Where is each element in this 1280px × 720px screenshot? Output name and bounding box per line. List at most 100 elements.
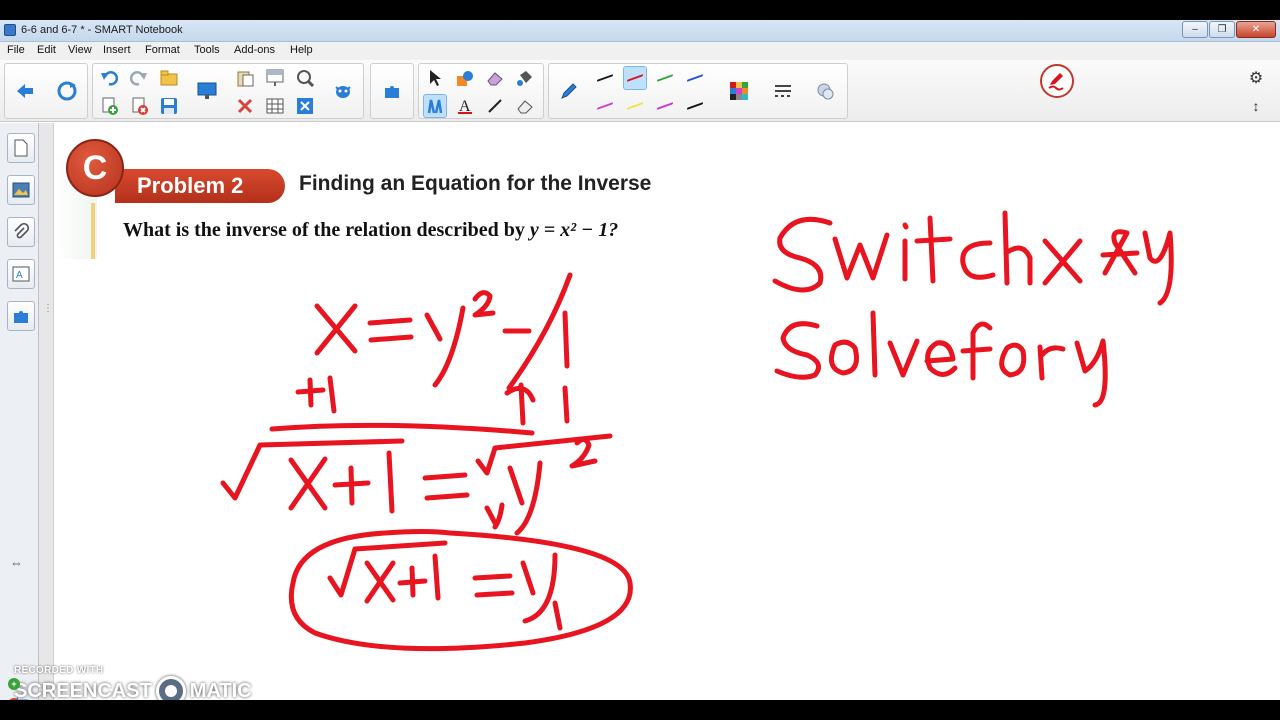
watermark-close-icon[interactable]: × bbox=[8, 698, 20, 700]
close-button[interactable]: ✕ bbox=[1236, 21, 1276, 38]
addons-tab-icon[interactable] bbox=[7, 301, 35, 331]
eraser2-icon[interactable] bbox=[513, 94, 537, 118]
properties-tab-icon[interactable]: A bbox=[7, 259, 35, 289]
gallery-icon[interactable] bbox=[7, 175, 35, 205]
ink-plus-right bbox=[504, 382, 536, 426]
ink-solve-s bbox=[774, 321, 822, 380]
page-sorter-icon[interactable] bbox=[7, 133, 35, 163]
line-icon[interactable] bbox=[483, 94, 507, 118]
menu-file[interactable]: File bbox=[7, 44, 25, 56]
ink-switch-h bbox=[1002, 210, 1033, 286]
ink-one-right bbox=[562, 385, 570, 424]
ink-x-2 bbox=[288, 456, 328, 511]
menu-format[interactable]: Format bbox=[145, 44, 180, 56]
maximize-button[interactable]: ❐ bbox=[1209, 21, 1235, 38]
sidebar: A ⇔ ⬅ ➡ bbox=[0, 123, 39, 700]
ink-switch-c bbox=[960, 240, 996, 280]
ink-x-answer bbox=[364, 560, 396, 604]
toolbar-nav-group bbox=[4, 63, 88, 119]
ink-switch-amp bbox=[1100, 229, 1140, 276]
ink-for-y bbox=[1074, 338, 1108, 408]
ink-plus-answer bbox=[397, 565, 428, 598]
pen-color-pink[interactable] bbox=[653, 94, 677, 118]
pen-mode-icon[interactable] bbox=[1040, 64, 1074, 98]
pen-color-magenta[interactable] bbox=[593, 94, 617, 118]
delete-icon[interactable] bbox=[233, 94, 257, 118]
addons-puzzle-icon[interactable] bbox=[380, 79, 404, 103]
ink-plus-left bbox=[295, 377, 326, 408]
back-arrow-icon[interactable] bbox=[13, 79, 37, 103]
ink-y-2 bbox=[507, 460, 543, 536]
pen-swatch bbox=[687, 102, 703, 110]
ink-sup-2b bbox=[569, 437, 598, 469]
creature-icon[interactable] bbox=[331, 79, 355, 103]
splitter-grip-icon[interactable]: ⋮ bbox=[43, 303, 53, 314]
menu-help[interactable]: Help bbox=[290, 44, 313, 56]
undo-icon[interactable] bbox=[97, 66, 121, 90]
pen-icon[interactable] bbox=[423, 94, 447, 118]
shapes-icon[interactable] bbox=[453, 66, 477, 90]
watermark-add-icon[interactable]: + bbox=[8, 678, 20, 690]
toolbar-pen-group bbox=[548, 63, 848, 119]
select-arrow-icon[interactable] bbox=[423, 66, 447, 90]
properties-icon[interactable] bbox=[813, 79, 837, 103]
ink-one bbox=[562, 310, 570, 369]
delete-page-icon[interactable] bbox=[127, 94, 151, 118]
pen-swatch bbox=[597, 102, 613, 110]
pen-color-red[interactable] bbox=[623, 66, 647, 90]
menu-view[interactable]: View bbox=[68, 44, 92, 56]
magic-icon[interactable] bbox=[293, 66, 317, 90]
watermark-brand: SCREENCAST MATIC bbox=[14, 676, 252, 700]
pen-color-green[interactable] bbox=[653, 66, 677, 90]
text-icon[interactable]: A bbox=[453, 94, 477, 118]
window-title: 6-6 and 6-7 * - SMART Notebook bbox=[21, 24, 183, 36]
menu-addons[interactable]: Add-ons bbox=[234, 44, 275, 56]
ink-plus-2 bbox=[332, 465, 371, 506]
pen-color-dashed-black[interactable] bbox=[683, 94, 707, 118]
paste-icon[interactable] bbox=[233, 66, 257, 90]
ink-y-answer bbox=[520, 552, 563, 631]
screencast-watermark: RECORDED WITH SCREENCAST MATIC bbox=[14, 665, 252, 700]
table-icon[interactable] bbox=[263, 94, 287, 118]
expand-sidebar-icon[interactable]: ⇔ bbox=[10, 555, 23, 570]
ink-one-left bbox=[327, 375, 337, 414]
menu-insert[interactable]: Insert bbox=[103, 44, 131, 56]
screen-icon[interactable] bbox=[195, 79, 219, 103]
pen-color-black[interactable] bbox=[593, 66, 617, 90]
color-palette-icon[interactable] bbox=[727, 79, 751, 103]
attachments-icon[interactable] bbox=[7, 217, 35, 247]
toolbar-tools-group: A bbox=[418, 63, 544, 119]
eraser-icon[interactable] bbox=[483, 66, 507, 90]
smart-notebook-window: 6-6 and 6-7 * - SMART Notebook – ❐ ✕ Fil… bbox=[0, 20, 1280, 700]
fill-icon[interactable] bbox=[513, 66, 537, 90]
line-style-icon[interactable] bbox=[771, 79, 795, 103]
screen-shade-icon[interactable] bbox=[263, 66, 287, 90]
move-toolbar-icon[interactable]: ↕ bbox=[1244, 94, 1268, 118]
add-page-icon[interactable] bbox=[97, 94, 121, 118]
pen-swatch bbox=[627, 102, 643, 110]
sidebar-splitter[interactable]: ⋮ bbox=[39, 123, 54, 700]
ink-small-y bbox=[484, 502, 505, 530]
watermark-brand-right: MATIC bbox=[189, 679, 252, 701]
gear-icon[interactable]: ⚙ bbox=[1244, 66, 1268, 90]
ink-equals-1 bbox=[367, 317, 414, 343]
ink-solve-e bbox=[924, 340, 958, 377]
save-icon[interactable] bbox=[157, 94, 181, 118]
ink-sup-2 bbox=[472, 290, 496, 318]
notebook-page[interactable]: Problem 2 C Finding an Equation for the … bbox=[55, 123, 1280, 700]
open-file-icon[interactable] bbox=[157, 66, 181, 90]
pen-color-blue[interactable] bbox=[683, 66, 707, 90]
ink-switch-s bbox=[772, 216, 833, 293]
menu-edit[interactable]: Edit bbox=[37, 44, 56, 56]
ink-switch-t bbox=[914, 215, 953, 284]
forward-circle-icon[interactable] bbox=[55, 79, 79, 103]
redo-icon[interactable] bbox=[127, 66, 151, 90]
ink-switch-x bbox=[1042, 238, 1083, 286]
ink-solve-v bbox=[887, 338, 920, 378]
pen-tool-icon[interactable] bbox=[557, 79, 581, 103]
fullscreen-icon[interactable] bbox=[293, 94, 317, 118]
ink-for-f bbox=[960, 321, 993, 381]
minimize-button[interactable]: – bbox=[1182, 21, 1208, 38]
menu-tools[interactable]: Tools bbox=[194, 44, 220, 56]
pen-color-yellow[interactable] bbox=[623, 94, 647, 118]
